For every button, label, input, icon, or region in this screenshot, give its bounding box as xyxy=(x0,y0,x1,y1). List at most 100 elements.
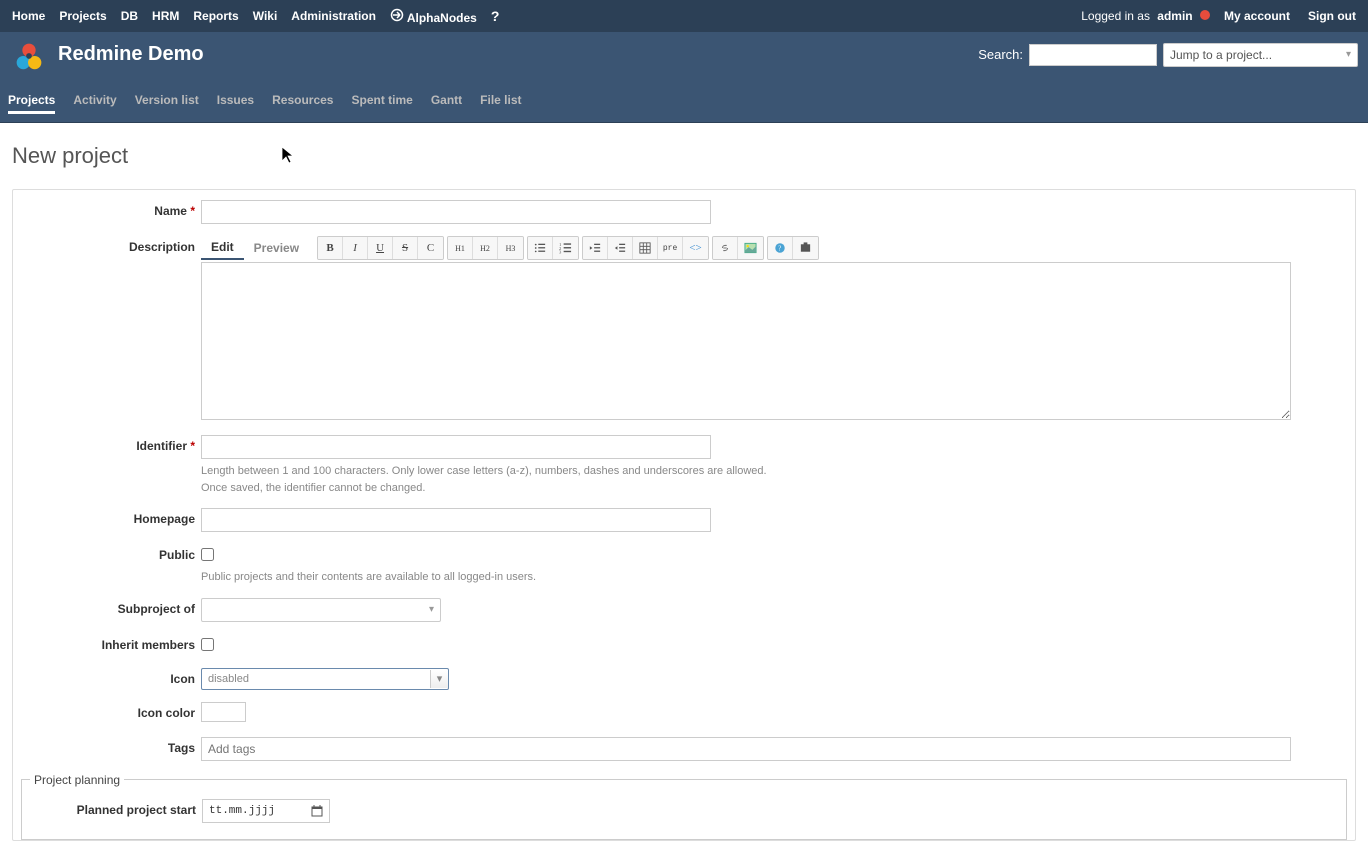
identifier-hint: Length between 1 and 100 characters. Onl… xyxy=(201,463,1347,496)
tags-label: Tags xyxy=(21,737,201,759)
tags-input[interactable] xyxy=(201,737,1291,761)
ol-icon[interactable]: 123 xyxy=(553,237,578,259)
app-title: Redmine Demo xyxy=(58,43,204,66)
table-icon[interactable] xyxy=(633,237,658,259)
logged-in-user-link[interactable]: admin xyxy=(1153,7,1196,25)
h2-icon[interactable]: H2 xyxy=(473,237,498,259)
italic-icon[interactable]: I xyxy=(343,237,368,259)
menu-projects[interactable]: Projects xyxy=(8,89,55,114)
more-toolbox-icon[interactable] xyxy=(793,237,818,259)
homepage-input[interactable] xyxy=(201,508,711,532)
menu-spent-time[interactable]: Spent time xyxy=(351,89,412,111)
iconcolor-input[interactable] xyxy=(201,702,246,722)
my-account-link[interactable]: My account xyxy=(1220,7,1294,25)
inherit-checkbox[interactable] xyxy=(201,638,214,651)
public-checkbox[interactable] xyxy=(201,548,214,561)
search-input[interactable] xyxy=(1029,44,1157,66)
search-label: Search: xyxy=(978,47,1023,62)
header: Redmine Demo Search: Jump to a project..… xyxy=(0,32,1368,77)
tab-preview[interactable]: Preview xyxy=(244,237,309,259)
top-link-projects[interactable]: Projects xyxy=(55,7,110,25)
row-public: Public Public projects and their content… xyxy=(21,544,1347,586)
h1-icon[interactable]: H1 xyxy=(448,237,473,259)
menu-version-list[interactable]: Version list xyxy=(135,89,199,111)
new-project-form: Name * Description Edit Preview B I U S … xyxy=(12,189,1356,841)
header-right: Search: Jump to a project... ▾ xyxy=(978,43,1358,67)
menu-activity[interactable]: Activity xyxy=(73,89,116,111)
top-link-reports[interactable]: Reports xyxy=(189,7,242,25)
public-hint: Public projects and their contents are a… xyxy=(201,569,1347,586)
svg-text:?: ? xyxy=(778,246,781,253)
menu-resources[interactable]: Resources xyxy=(272,89,333,111)
planned-start-input[interactable]: tt.mm.jjjj xyxy=(202,799,330,823)
wiki-tabs: Edit Preview B I U S C H1 H2 xyxy=(201,236,1347,260)
wiki-toolbar: B I U S C H1 H2 H3 12 xyxy=(317,236,819,260)
subproject-select[interactable]: ▾ xyxy=(201,598,441,622)
chevron-down-icon: ▾ xyxy=(429,604,434,615)
calendar-icon xyxy=(311,805,323,817)
chevron-down-icon: ▾ xyxy=(1346,49,1351,60)
main-menu: Projects Activity Version list Issues Re… xyxy=(0,77,1368,123)
planned-start-label: Planned project start xyxy=(30,799,202,821)
planning-legend: Project planning xyxy=(30,773,124,787)
help-toolbar-icon[interactable]: ? xyxy=(768,237,793,259)
h3-icon[interactable]: H3 xyxy=(498,237,523,259)
help-icon[interactable]: ? xyxy=(487,6,504,26)
pre-icon[interactable]: pre xyxy=(658,237,683,259)
top-menu: Home Projects DB HRM Reports Wiki Admini… xyxy=(0,0,1368,32)
public-label: Public xyxy=(21,544,201,566)
outdent-icon[interactable] xyxy=(583,237,608,259)
project-planning-fieldset: Project planning Planned project start t… xyxy=(21,773,1347,840)
row-subproject: Subproject of ▾ xyxy=(21,598,1347,622)
indent-icon[interactable] xyxy=(608,237,633,259)
alphanodes-icon xyxy=(390,8,404,22)
identifier-label: Identifier * xyxy=(21,435,201,457)
code-block-icon[interactable]: <> xyxy=(683,237,708,259)
app-logo xyxy=(10,36,48,74)
strikethrough-icon[interactable]: S xyxy=(393,237,418,259)
top-link-wiki[interactable]: Wiki xyxy=(249,7,282,25)
bold-icon[interactable]: B xyxy=(318,237,343,259)
inline-code-icon[interactable]: C xyxy=(418,237,443,259)
date-placeholder: tt.mm.jjjj xyxy=(209,805,275,817)
project-jump-select[interactable]: Jump to a project... ▾ xyxy=(1163,43,1358,67)
ul-icon[interactable] xyxy=(528,237,553,259)
subproject-label: Subproject of xyxy=(21,598,201,620)
menu-file-list[interactable]: File list xyxy=(480,89,521,111)
row-planned-start: Planned project start tt.mm.jjjj xyxy=(30,799,1338,823)
icon-select[interactable]: disabled ▾ xyxy=(201,668,449,690)
top-link-alphanodes[interactable]: AlphaNodes xyxy=(386,6,481,27)
row-icon-color: Icon color xyxy=(21,702,1347,725)
row-name: Name * xyxy=(21,200,1347,224)
identifier-input[interactable] xyxy=(201,435,711,459)
underline-icon[interactable]: U xyxy=(368,237,393,259)
name-input[interactable] xyxy=(201,200,711,224)
alphanodes-label: AlphaNodes xyxy=(407,11,477,25)
image-icon[interactable] xyxy=(738,237,763,259)
menu-issues[interactable]: Issues xyxy=(217,89,254,111)
top-link-db[interactable]: DB xyxy=(117,7,142,25)
tab-edit[interactable]: Edit xyxy=(201,236,244,260)
row-homepage: Homepage xyxy=(21,508,1347,532)
identifier-hint-2: Once saved, the identifier cannot be cha… xyxy=(201,480,1347,497)
top-link-administration[interactable]: Administration xyxy=(287,7,380,25)
top-link-home[interactable]: Home xyxy=(8,7,49,25)
header-left: Redmine Demo xyxy=(10,36,204,74)
triangle-down-icon: ▾ xyxy=(430,670,448,688)
description-textarea[interactable] xyxy=(201,262,1291,420)
page-title: New project xyxy=(12,143,1356,169)
top-menu-right: Logged in as admin My account Sign out xyxy=(1081,7,1360,25)
menu-gantt[interactable]: Gantt xyxy=(431,89,462,111)
row-icon: Icon disabled ▾ xyxy=(21,668,1347,690)
row-tags: Tags xyxy=(21,737,1347,761)
name-label: Name * xyxy=(21,200,201,222)
project-jump-text: Jump to a project... xyxy=(1170,48,1272,62)
description-label: Description xyxy=(21,236,201,258)
row-description: Description Edit Preview B I U S C xyxy=(21,236,1347,423)
top-link-hrm[interactable]: HRM xyxy=(148,7,183,25)
logout-dot-icon[interactable] xyxy=(1200,10,1210,20)
sign-out-link[interactable]: Sign out xyxy=(1304,7,1360,25)
iconcolor-label: Icon color xyxy=(21,702,201,724)
row-inherit: Inherit members xyxy=(21,634,1347,656)
link-icon[interactable] xyxy=(713,237,738,259)
